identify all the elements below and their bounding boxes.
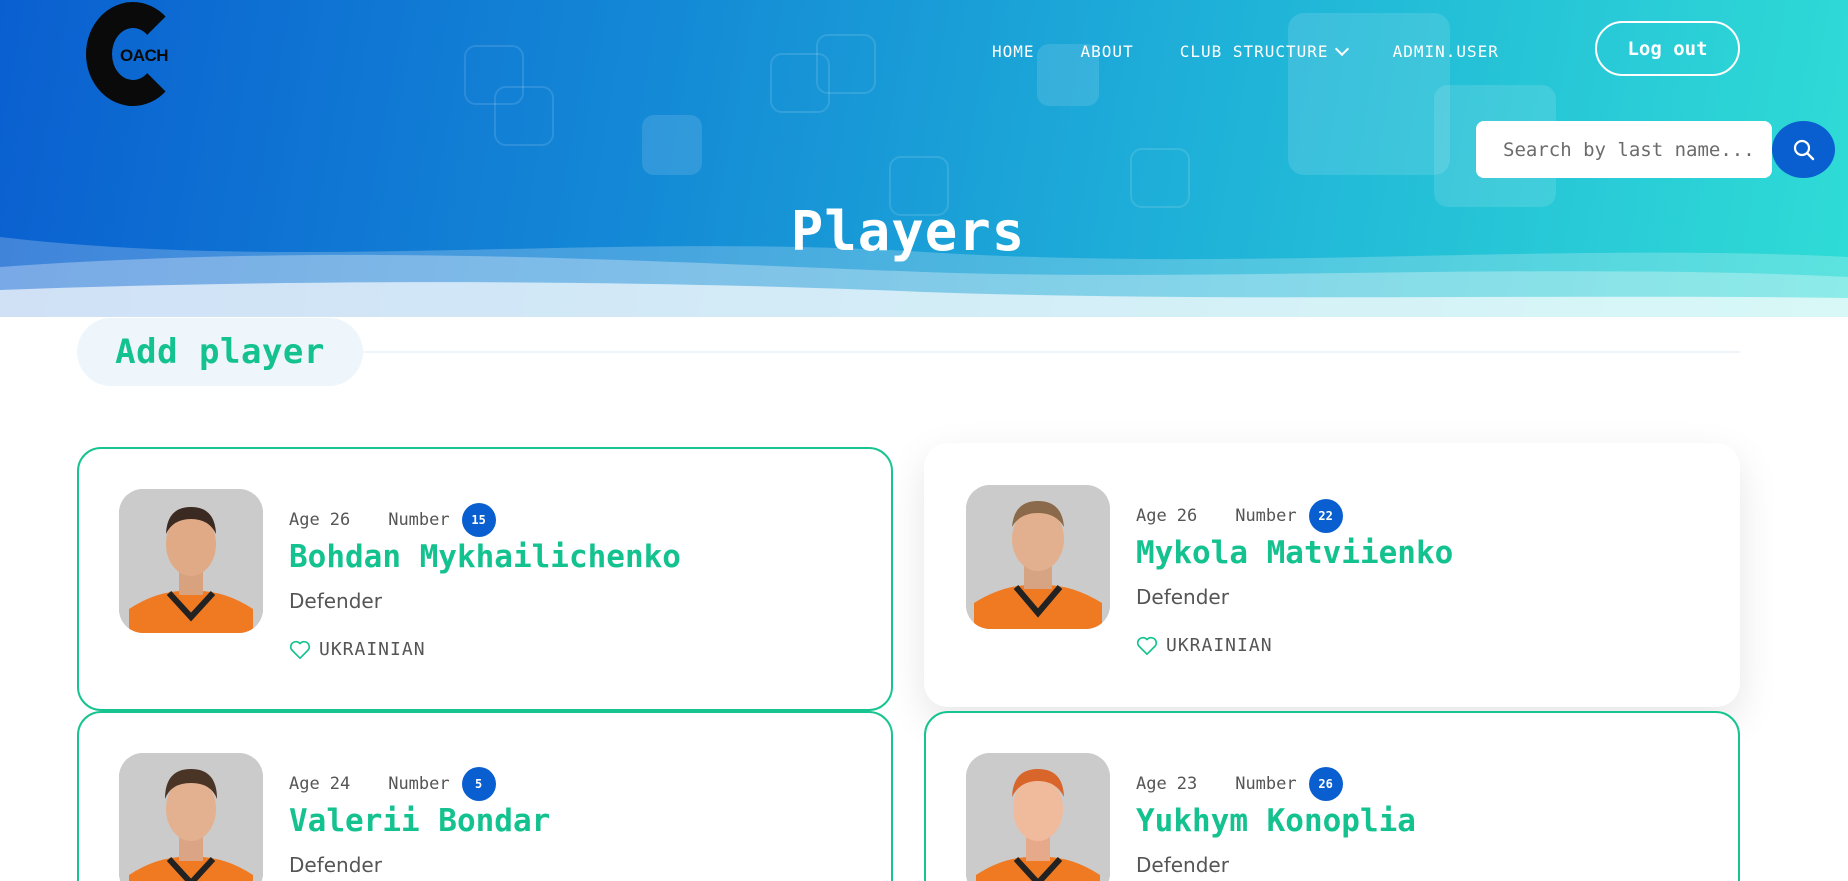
player-card[interactable]: Age 26 Number 15 Bohdan Mykhailichenko D… xyxy=(77,447,893,711)
number-label: Number xyxy=(388,510,450,530)
nationality-text: UKRAINIAN xyxy=(319,639,426,660)
number-label: Number xyxy=(1235,774,1297,794)
page-title: Players xyxy=(790,200,1026,263)
nav-admin-user[interactable]: ADMIN.USER xyxy=(1393,42,1499,61)
player-position: Defender xyxy=(289,589,382,613)
player-name[interactable]: Bohdan Mykhailichenko xyxy=(289,539,681,575)
heart-icon xyxy=(289,640,311,659)
player-card[interactable]: Age 26 Number 22 Mykola Matviienko Defen… xyxy=(924,443,1740,707)
logo-text: OACH xyxy=(120,46,169,65)
player-meta: Age 26 Number 22 xyxy=(1136,499,1343,533)
nav-club-structure-label: CLUB STRUCTURE xyxy=(1179,42,1329,61)
decor-square xyxy=(642,115,702,175)
decor-square xyxy=(1130,148,1190,208)
player-meta: Age 24 Number 5 xyxy=(289,767,496,801)
player-name[interactable]: Valerii Bondar xyxy=(289,803,550,839)
number-label: Number xyxy=(1235,506,1297,526)
player-card[interactable]: Age 24 Number 5 Valerii Bondar Defender xyxy=(77,711,893,881)
age-label: Age xyxy=(1136,506,1167,526)
player-photo xyxy=(966,753,1110,881)
player-name[interactable]: Yukhym Konoplia xyxy=(1136,803,1416,839)
nav-about[interactable]: ABOUT xyxy=(1081,42,1134,61)
number-badge: 5 xyxy=(461,767,496,801)
player-card[interactable]: Age 23 Number 26 Yukhym Konoplia Defende… xyxy=(924,711,1740,881)
age-value: 23 xyxy=(1176,774,1198,794)
number-badge: 15 xyxy=(461,503,496,537)
age-label: Age xyxy=(289,510,320,530)
player-photo xyxy=(119,753,263,881)
age-label: Age xyxy=(289,774,320,794)
age-value: 26 xyxy=(329,510,351,530)
number-badge: 22 xyxy=(1308,499,1343,533)
nav-home[interactable]: HOME xyxy=(992,42,1035,61)
player-meta: Age 26 Number 15 xyxy=(289,503,496,537)
player-photo xyxy=(966,485,1110,629)
hero-header: i OACH HOME ABOUT CLUB STRUCTURE ADMIN.U… xyxy=(0,0,1848,317)
decor-square xyxy=(1288,13,1450,175)
player-position: Defender xyxy=(289,853,382,877)
chevron-down-icon xyxy=(1334,41,1349,56)
player-nationality: UKRAINIAN xyxy=(289,639,426,660)
heart-icon xyxy=(1136,636,1158,655)
nav-club-structure[interactable]: CLUB STRUCTURE xyxy=(1179,41,1349,61)
number-label: Number xyxy=(388,774,450,794)
search-bar xyxy=(1476,121,1835,178)
decor-square xyxy=(816,34,876,94)
number-badge: 26 xyxy=(1308,767,1343,801)
age-value: 26 xyxy=(1176,506,1198,526)
player-position: Defender xyxy=(1136,585,1229,609)
player-photo xyxy=(119,489,263,633)
age-value: 24 xyxy=(329,774,351,794)
player-name[interactable]: Mykola Matviienko xyxy=(1136,535,1453,571)
decor-square xyxy=(494,86,554,146)
player-meta: Age 23 Number 26 xyxy=(1136,767,1343,801)
logout-button[interactable]: Log out xyxy=(1595,21,1740,76)
search-button[interactable] xyxy=(1772,121,1835,178)
main-nav: HOME ABOUT CLUB STRUCTURE ADMIN.USER xyxy=(992,41,1545,61)
age-label: Age xyxy=(1136,774,1167,794)
nationality-text: UKRAINIAN xyxy=(1166,635,1273,656)
add-player-button[interactable]: Add player xyxy=(77,318,363,386)
player-position: Defender xyxy=(1136,853,1229,877)
search-input[interactable] xyxy=(1476,121,1772,178)
icoach-logo[interactable]: i OACH xyxy=(86,0,180,106)
search-icon xyxy=(1793,139,1814,160)
logo-letter-i: i xyxy=(95,38,102,63)
section-divider xyxy=(360,351,1740,353)
player-nationality: UKRAINIAN xyxy=(1136,635,1273,656)
